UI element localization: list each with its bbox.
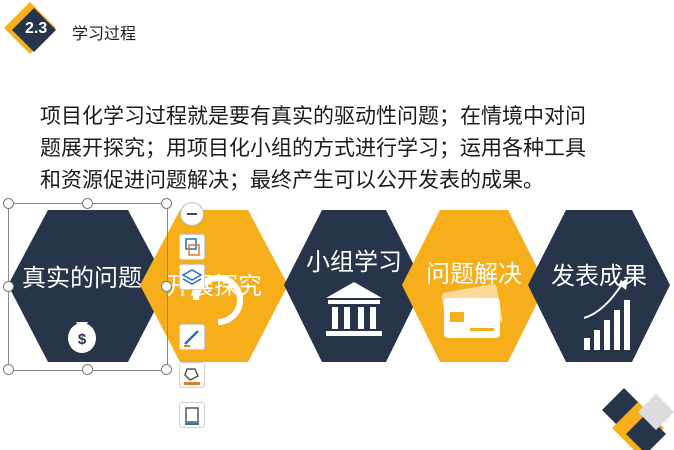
collapse-button[interactable] [180,202,204,226]
resize-handle-e[interactable] [161,281,172,292]
fill-icon [184,368,200,385]
arrange-button[interactable] [179,234,205,260]
resize-handle-sw[interactable] [3,364,14,375]
selection-frame[interactable] [8,203,168,371]
resize-handle-se[interactable] [161,364,172,375]
resize-handle-w[interactable] [3,281,14,292]
resize-handle-s[interactable] [82,364,93,375]
resize-handle-n[interactable] [82,198,93,209]
arrange-icon [185,238,200,256]
resize-handle-nw[interactable] [3,198,14,209]
step-label: 发表成果 [551,262,647,290]
collapse-icon [187,213,197,215]
corner-decoration-icon [602,388,674,450]
layers-icon [181,269,203,285]
credit-card-icon [441,284,503,338]
frame-button[interactable] [179,402,205,428]
pen-button[interactable] [179,324,205,350]
resize-handle-ne[interactable] [161,198,172,209]
fill-button[interactable] [179,362,205,388]
frame-icon [185,407,199,425]
layers-button[interactable] [179,264,205,290]
pen-icon [184,330,199,347]
